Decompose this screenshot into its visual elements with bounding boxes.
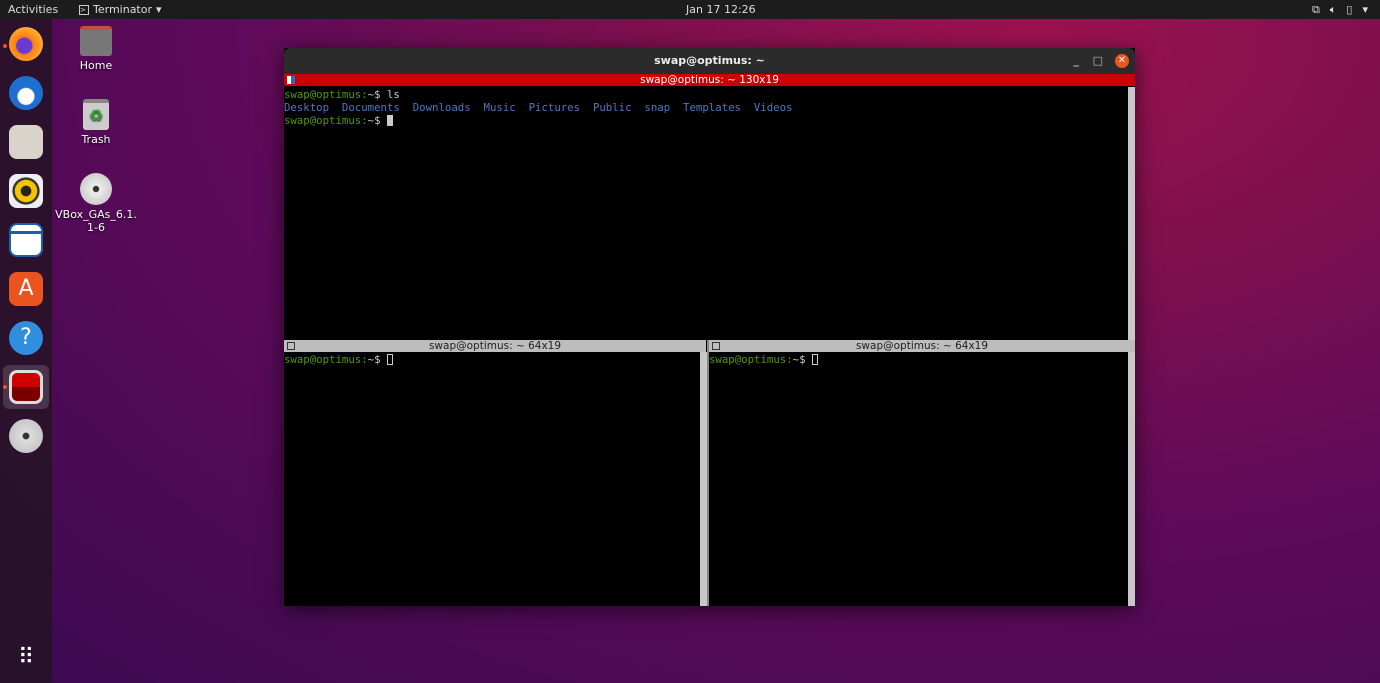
dir-entry: Public <box>592 101 632 114</box>
pane-title: swap@optimus: ~ 64x19 <box>428 340 562 352</box>
cursor <box>386 115 393 126</box>
dir-entry: Pictures <box>528 101 581 114</box>
dir-entry: snap <box>644 101 671 114</box>
bottom-left-header[interactable]: swap@optimus: ~ 64x19 <box>284 340 706 352</box>
software-icon[interactable]: A <box>9 272 43 306</box>
title-bar[interactable]: swap@optimus: ~ _ □ ✕ <box>284 48 1135 74</box>
trash-label: Trash <box>81 133 111 146</box>
files-icon[interactable] <box>9 125 43 159</box>
activities-button[interactable]: Activities <box>8 3 58 16</box>
rhythmbox-icon[interactable] <box>9 174 43 208</box>
running-indicator <box>3 385 7 389</box>
app-menu[interactable]: > Terminator ▾ <box>79 3 162 16</box>
prompt-path: ~$ <box>792 353 812 366</box>
help-icon[interactable]: ? <box>9 321 43 355</box>
prompt: swap@optimus: <box>284 353 368 366</box>
thunderbird-icon[interactable] <box>9 76 43 110</box>
maximize-button[interactable]: □ <box>1093 54 1103 68</box>
system-tray[interactable]: ⧉ 🔈︎ ▯ ▾ <box>1312 3 1368 17</box>
app-name: Terminator <box>93 3 152 16</box>
clock[interactable]: Jan 17 12:26 <box>686 3 756 16</box>
prompt-path: ~$ <box>367 88 387 101</box>
home-label: Home <box>79 59 113 72</box>
firefox-icon[interactable] <box>9 27 43 61</box>
pane-title: swap@optimus: ~ 130x19 <box>640 74 779 86</box>
disc-icon <box>80 173 112 205</box>
dvd-icon[interactable] <box>9 419 43 453</box>
group-icon[interactable] <box>287 76 295 84</box>
chevron-down-icon: ▾ <box>156 3 162 16</box>
top-bar: Activities > Terminator ▾ Jan 17 12:26 ⧉ 🔈︎… <box>0 0 1380 19</box>
dir-entry: Music <box>483 101 516 114</box>
scrollbar[interactable] <box>1128 352 1135 606</box>
bottom-left-terminal[interactable]: swap@optimus:~$ <box>284 352 699 606</box>
scrollbar[interactable] <box>1128 87 1135 340</box>
top-terminal[interactable]: swap@optimus:~$ ls Desktop Documents Dow… <box>284 87 1127 340</box>
terminal-icon: > <box>79 4 89 15</box>
window-title: swap@optimus: ~ <box>654 54 765 67</box>
vbox-label: VBox_GAs_6.1.1-6 <box>55 208 137 234</box>
writer-icon[interactable] <box>9 223 43 257</box>
close-button[interactable]: ✕ <box>1115 54 1129 68</box>
desktop-home[interactable]: Home <box>51 26 141 72</box>
dock: A ? ⠿ <box>0 19 52 683</box>
dir-entry: Documents <box>341 101 400 114</box>
dir-entry: Templates <box>683 101 741 114</box>
pane-title: swap@optimus: ~ 64x19 <box>855 340 989 352</box>
command: ls <box>386 88 400 101</box>
folder-icon <box>80 26 112 56</box>
dir-entry: Videos <box>753 101 793 114</box>
minimize-button[interactable]: _ <box>1074 54 1080 68</box>
desktop-vbox[interactable]: VBox_GAs_6.1.1-6 <box>51 173 141 234</box>
prompt: swap@optimus: <box>709 353 793 366</box>
battery-icon: ▯ <box>1346 3 1353 16</box>
group-icon[interactable] <box>287 342 295 350</box>
show-applications-icon[interactable]: ⠿ <box>9 641 43 675</box>
cursor <box>811 354 818 365</box>
prompt-path: ~$ <box>367 353 387 366</box>
dir-entry: Desktop <box>284 101 330 114</box>
chevron-down-icon: ▾ <box>1362 3 1368 16</box>
terminator-window: swap@optimus: ~ _ □ ✕ swap@optimus: ~ 13… <box>284 48 1135 606</box>
bottom-right-terminal[interactable]: swap@optimus:~$ <box>709 352 1127 606</box>
prompt: swap@optimus: <box>284 114 368 127</box>
cursor <box>386 354 393 365</box>
terminator-icon[interactable] <box>9 370 43 404</box>
prompt-path: ~$ <box>367 114 387 127</box>
prompt: swap@optimus: <box>284 88 368 101</box>
volume-icon: 🔈︎ <box>1329 3 1337 16</box>
top-pane-header[interactable]: swap@optimus: ~ 130x19 <box>284 74 1135 86</box>
bottom-right-header[interactable]: swap@optimus: ~ 64x19 <box>709 340 1135 352</box>
desktop-trash[interactable]: ♻ Trash <box>51 99 141 146</box>
trash-icon: ♻ <box>83 99 109 130</box>
group-icon[interactable] <box>712 342 720 350</box>
scrollbar[interactable] <box>700 352 707 606</box>
network-icon: ⧉ <box>1311 3 1320 16</box>
dir-entry: Downloads <box>412 101 471 114</box>
running-indicator <box>3 44 7 48</box>
